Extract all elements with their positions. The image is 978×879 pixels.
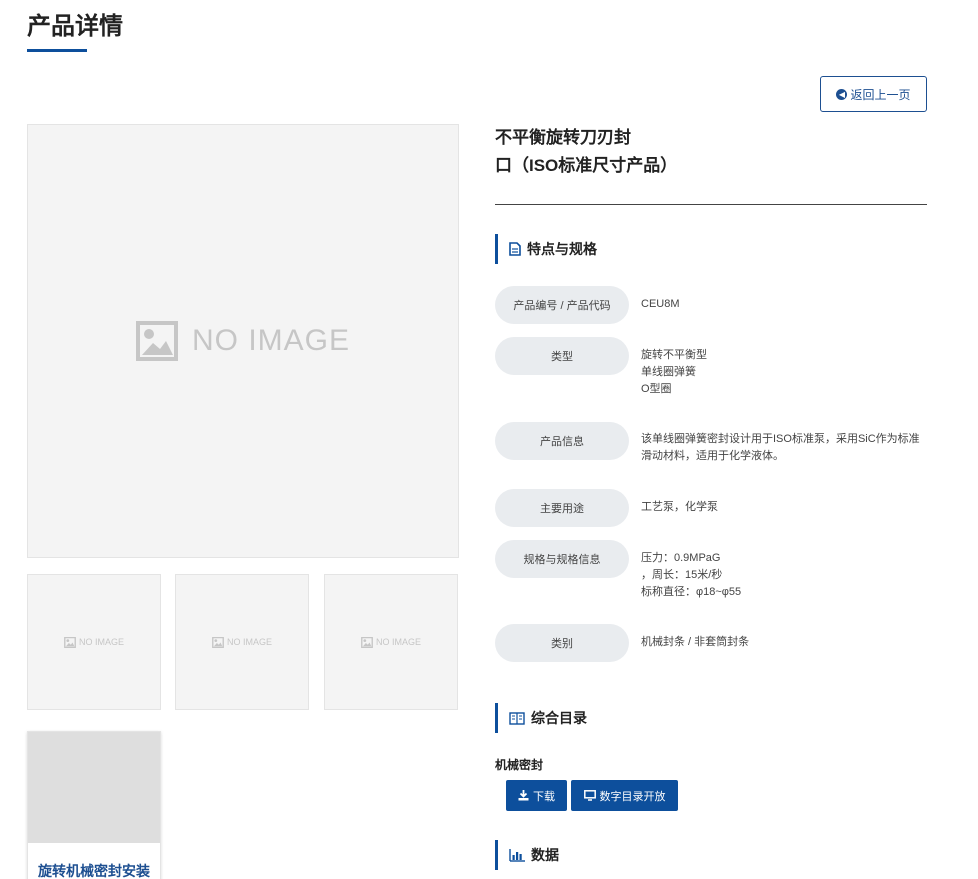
data-section-heading: 数据 [495,840,559,870]
installation-video-card[interactable]: 旋转机械密封安装 [27,731,161,879]
spec-value-line: 旋转不平衡型 [641,349,707,361]
book-icon [509,711,525,725]
back-button-label: 返回上一页 [850,87,911,102]
spec-label-product-info: 产品信息 [495,422,629,460]
document-icon [509,242,521,256]
spec-value-type: 旋转不平衡型 单线圈弹簧 O型圈 [641,347,931,398]
spec-label-specifications: 规格与规格信息 [495,540,629,578]
spec-value-product-code: CEU8M [641,296,931,313]
spec-value-specifications: 压力：0.9MPaG ，周长：15米/秒 标称直径：φ18~φ55 [641,550,931,601]
monitor-icon [583,790,596,801]
digital-catalog-button[interactable]: 数字目录开放 [571,780,678,811]
thumbnail-2[interactable]: NO IMAGE [175,574,309,710]
thumbnail-1[interactable]: NO IMAGE [27,574,161,710]
spec-label-product-code: 产品编号 / 产品代码 [495,286,629,324]
picture-icon [361,636,373,648]
spec-value-line: 压力：0.9MPaG [641,552,721,564]
spec-label-type: 类型 [495,337,629,375]
no-image-placeholder: NO IMAGE [64,636,124,648]
no-image-placeholder: NO IMAGE [361,636,421,648]
bar-chart-icon [509,848,525,862]
spec-value-line: ，周长：15米/秒 [641,569,723,581]
data-section-title: 数据 [531,847,559,863]
video-title: 旋转机械密封安装 [38,863,150,879]
spec-value-line: CEU8M [641,298,680,310]
picture-icon [64,636,76,648]
specs-section-title: 特点与规格 [527,241,597,257]
no-image-text: NO IMAGE [78,637,124,647]
no-image-placeholder: NO IMAGE [135,321,350,361]
spec-value-category: 机械封条 / 非套筒封条 [641,634,931,651]
spec-label-main-use: 主要用途 [495,489,629,527]
spec-value-main-use: 工艺泵，化学泵 [641,499,931,516]
product-name-line-2: 口（ISO标准尺寸产品） [495,156,678,175]
arrow-left-circle-icon: ◀ [836,88,848,100]
spec-value-line: 机械封条 / 非套筒封条 [641,636,750,648]
spec-value-line: 工艺泵，化学泵 [641,501,718,513]
name-divider [495,204,927,205]
product-name: 不平衡旋转刀刃封 口（ISO标准尺寸产品） [495,124,755,180]
download-button[interactable]: 下载 [506,780,567,811]
spec-value-line: O型圈 [641,383,672,395]
thumbnail-3[interactable]: NO IMAGE [324,574,458,710]
digital-catalog-button-label: 数字目录开放 [599,790,666,803]
spec-value-line: 滑动材料，适用于化学液体。 [641,450,784,462]
spec-value-line: 标称直径：φ18~φ55 [641,586,742,598]
catalog-item-label: 机械密封 [495,758,544,772]
title-underline [27,49,87,52]
product-name-line-1: 不平衡旋转刀刃封 [495,128,631,147]
no-image-text: NO IMAGE [375,637,421,647]
spec-label-category: 类别 [495,624,629,662]
no-image-text: NO IMAGE [226,637,272,647]
no-image-text: NO IMAGE [191,324,350,357]
spec-value-line: 单线圈弹簧 [641,366,696,378]
catalog-section-title: 综合目录 [531,710,587,726]
page-title: 产品详情 [27,13,123,40]
picture-icon [135,321,178,361]
back-button[interactable]: ◀ 返回上一页 [820,76,927,112]
specs-section-heading: 特点与规格 [495,234,597,264]
video-thumbnail [28,732,160,843]
main-product-image: NO IMAGE [27,124,459,558]
download-icon [518,790,529,801]
picture-icon [212,636,224,648]
download-button-label: 下载 [533,790,555,803]
catalog-section-heading: 综合目录 [495,703,587,733]
spec-value-line: 该单线圈弹簧密封设计用于ISO标准泵，采用SiC作为标准 [641,433,920,445]
spec-value-product-info: 该单线圈弹簧密封设计用于ISO标准泵，采用SiC作为标准 滑动材料，适用于化学液… [641,431,931,465]
no-image-placeholder: NO IMAGE [212,636,272,648]
